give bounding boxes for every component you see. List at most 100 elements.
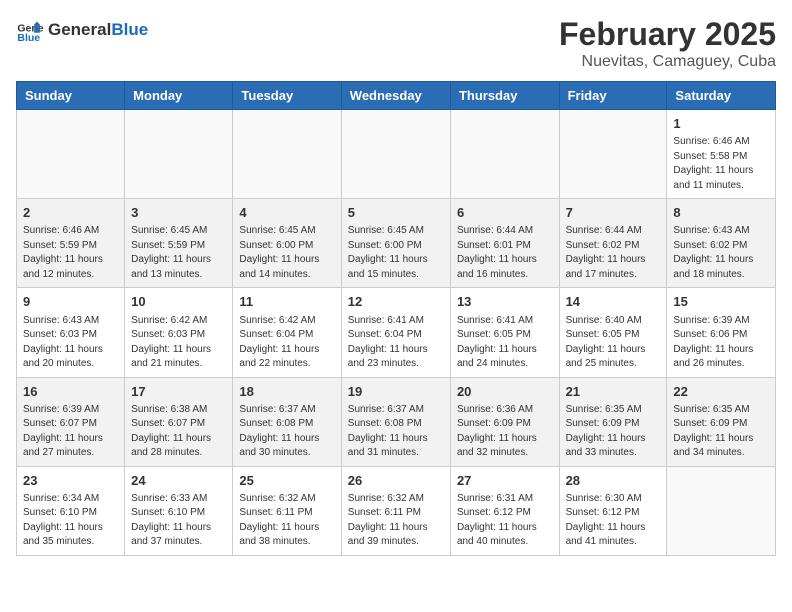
- day-number: 9: [23, 293, 118, 311]
- day-info: Sunrise: 6:30 AM Sunset: 6:12 PM Dayligh…: [566, 492, 661, 550]
- day-number: 26: [348, 472, 444, 490]
- day-info: Sunrise: 6:37 AM Sunset: 6:08 PM Dayligh…: [239, 403, 334, 461]
- week-row-4: 16 Sunrise: 6:39 AM Sunset: 6:07 PM Dayli…: [17, 377, 776, 466]
- day-number: 1: [673, 115, 769, 133]
- day-number: 25: [239, 472, 334, 490]
- month-title: February 2025: [559, 16, 776, 53]
- day-number: 2: [23, 204, 118, 222]
- day-info: Sunrise: 6:45 AM Sunset: 5:59 PM Dayligh…: [131, 224, 226, 282]
- title-block: February 2025 Nuevitas, Camaguey, Cuba: [559, 16, 776, 71]
- day-cell: 15 Sunrise: 6:39 AM Sunset: 6:06 PM Dayli…: [667, 288, 776, 377]
- day-info: Sunrise: 6:40 AM Sunset: 6:05 PM Dayligh…: [566, 314, 661, 372]
- day-info: Sunrise: 6:36 AM Sunset: 6:09 PM Dayligh…: [457, 403, 553, 461]
- day-cell: 10 Sunrise: 6:42 AM Sunset: 6:03 PM Dayli…: [125, 288, 233, 377]
- day-cell: [667, 466, 776, 555]
- day-cell: 12 Sunrise: 6:41 AM Sunset: 6:04 PM Dayli…: [341, 288, 450, 377]
- day-cell: 14 Sunrise: 6:40 AM Sunset: 6:05 PM Dayli…: [559, 288, 667, 377]
- day-number: 12: [348, 293, 444, 311]
- day-info: Sunrise: 6:31 AM Sunset: 6:12 PM Dayligh…: [457, 492, 553, 550]
- day-number: 11: [239, 293, 334, 311]
- day-info: Sunrise: 6:46 AM Sunset: 5:58 PM Dayligh…: [673, 135, 769, 193]
- day-number: 10: [131, 293, 226, 311]
- calendar-body: 1 Sunrise: 6:46 AM Sunset: 5:58 PM Daylig…: [17, 110, 776, 556]
- day-cell: 6 Sunrise: 6:44 AM Sunset: 6:01 PM Daylig…: [450, 199, 559, 288]
- day-cell: [17, 110, 125, 199]
- day-number: 21: [566, 383, 661, 401]
- day-number: 24: [131, 472, 226, 490]
- day-number: 27: [457, 472, 553, 490]
- col-header-sunday: Sunday: [17, 82, 125, 110]
- logo-blue-text: Blue: [111, 20, 148, 40]
- day-info: Sunrise: 6:38 AM Sunset: 6:07 PM Dayligh…: [131, 403, 226, 461]
- day-cell: 16 Sunrise: 6:39 AM Sunset: 6:07 PM Dayli…: [17, 377, 125, 466]
- day-number: 6: [457, 204, 553, 222]
- day-number: 15: [673, 293, 769, 311]
- day-cell: 7Sunrise: 6:44 AM Sunset: 6:02 PM Daylig…: [559, 199, 667, 288]
- header-row: SundayMondayTuesdayWednesdayThursdayFrid…: [17, 82, 776, 110]
- day-info: Sunrise: 6:35 AM Sunset: 6:09 PM Dayligh…: [566, 403, 661, 461]
- day-cell: 23Sunrise: 6:34 AM Sunset: 6:10 PM Dayli…: [17, 466, 125, 555]
- day-cell: 20 Sunrise: 6:36 AM Sunset: 6:09 PM Dayli…: [450, 377, 559, 466]
- day-info: Sunrise: 6:43 AM Sunset: 6:02 PM Dayligh…: [673, 224, 769, 282]
- day-cell: 18 Sunrise: 6:37 AM Sunset: 6:08 PM Dayli…: [233, 377, 341, 466]
- day-number: 8: [673, 204, 769, 222]
- day-cell: 25 Sunrise: 6:32 AM Sunset: 6:11 PM Dayli…: [233, 466, 341, 555]
- day-number: 20: [457, 383, 553, 401]
- day-cell: [559, 110, 667, 199]
- day-cell: [341, 110, 450, 199]
- col-header-tuesday: Tuesday: [233, 82, 341, 110]
- day-number: 16: [23, 383, 118, 401]
- day-cell: 26 Sunrise: 6:32 AM Sunset: 6:11 PM Dayli…: [341, 466, 450, 555]
- day-info: Sunrise: 6:39 AM Sunset: 6:06 PM Dayligh…: [673, 314, 769, 372]
- day-info: Sunrise: 6:44 AM Sunset: 6:01 PM Dayligh…: [457, 224, 553, 282]
- day-number: 7: [566, 204, 661, 222]
- day-number: 19: [348, 383, 444, 401]
- day-number: 14: [566, 293, 661, 311]
- day-number: 28: [566, 472, 661, 490]
- logo: General Blue GeneralBlue: [16, 16, 148, 44]
- day-cell: 27 Sunrise: 6:31 AM Sunset: 6:12 PM Dayli…: [450, 466, 559, 555]
- day-cell: 1 Sunrise: 6:46 AM Sunset: 5:58 PM Daylig…: [667, 110, 776, 199]
- day-cell: 21 Sunrise: 6:35 AM Sunset: 6:09 PM Dayli…: [559, 377, 667, 466]
- week-row-1: 1 Sunrise: 6:46 AM Sunset: 5:58 PM Daylig…: [17, 110, 776, 199]
- logo-icon: General Blue: [16, 16, 44, 44]
- day-cell: 8 Sunrise: 6:43 AM Sunset: 6:02 PM Daylig…: [667, 199, 776, 288]
- page-header: General Blue GeneralBlue February 2025 N…: [16, 16, 776, 71]
- day-cell: 28 Sunrise: 6:30 AM Sunset: 6:12 PM Dayli…: [559, 466, 667, 555]
- day-info: Sunrise: 6:45 AM Sunset: 6:00 PM Dayligh…: [348, 224, 444, 282]
- day-number: 22: [673, 383, 769, 401]
- day-info: Sunrise: 6:41 AM Sunset: 6:05 PM Dayligh…: [457, 314, 553, 372]
- svg-text:Blue: Blue: [17, 32, 40, 44]
- day-number: 18: [239, 383, 334, 401]
- week-row-3: 9Sunrise: 6:43 AM Sunset: 6:03 PM Daylig…: [17, 288, 776, 377]
- day-cell: 17Sunrise: 6:38 AM Sunset: 6:07 PM Dayli…: [125, 377, 233, 466]
- col-header-friday: Friday: [559, 82, 667, 110]
- day-info: Sunrise: 6:33 AM Sunset: 6:10 PM Dayligh…: [131, 492, 226, 550]
- day-cell: 9Sunrise: 6:43 AM Sunset: 6:03 PM Daylig…: [17, 288, 125, 377]
- day-cell: 22 Sunrise: 6:35 AM Sunset: 6:09 PM Dayli…: [667, 377, 776, 466]
- day-info: Sunrise: 6:35 AM Sunset: 6:09 PM Dayligh…: [673, 403, 769, 461]
- day-info: Sunrise: 6:34 AM Sunset: 6:10 PM Dayligh…: [23, 492, 118, 550]
- week-row-2: 2 Sunrise: 6:46 AM Sunset: 5:59 PM Daylig…: [17, 199, 776, 288]
- day-cell: 19 Sunrise: 6:37 AM Sunset: 6:08 PM Dayli…: [341, 377, 450, 466]
- day-info: Sunrise: 6:42 AM Sunset: 6:03 PM Dayligh…: [131, 314, 226, 372]
- calendar-header: SundayMondayTuesdayWednesdayThursdayFrid…: [17, 82, 776, 110]
- day-number: 5: [348, 204, 444, 222]
- col-header-saturday: Saturday: [667, 82, 776, 110]
- day-info: Sunrise: 6:32 AM Sunset: 6:11 PM Dayligh…: [239, 492, 334, 550]
- location-title: Nuevitas, Camaguey, Cuba: [559, 53, 776, 71]
- day-cell: 3Sunrise: 6:45 AM Sunset: 5:59 PM Daylig…: [125, 199, 233, 288]
- day-info: Sunrise: 6:41 AM Sunset: 6:04 PM Dayligh…: [348, 314, 444, 372]
- day-info: Sunrise: 6:37 AM Sunset: 6:08 PM Dayligh…: [348, 403, 444, 461]
- day-cell: [233, 110, 341, 199]
- day-cell: 2 Sunrise: 6:46 AM Sunset: 5:59 PM Daylig…: [17, 199, 125, 288]
- day-info: Sunrise: 6:46 AM Sunset: 5:59 PM Dayligh…: [23, 224, 118, 282]
- day-info: Sunrise: 6:39 AM Sunset: 6:07 PM Dayligh…: [23, 403, 118, 461]
- day-info: Sunrise: 6:32 AM Sunset: 6:11 PM Dayligh…: [348, 492, 444, 550]
- day-cell: [450, 110, 559, 199]
- calendar-table: SundayMondayTuesdayWednesdayThursdayFrid…: [16, 81, 776, 556]
- day-cell: 5 Sunrise: 6:45 AM Sunset: 6:00 PM Daylig…: [341, 199, 450, 288]
- col-header-thursday: Thursday: [450, 82, 559, 110]
- col-header-wednesday: Wednesday: [341, 82, 450, 110]
- day-number: 13: [457, 293, 553, 311]
